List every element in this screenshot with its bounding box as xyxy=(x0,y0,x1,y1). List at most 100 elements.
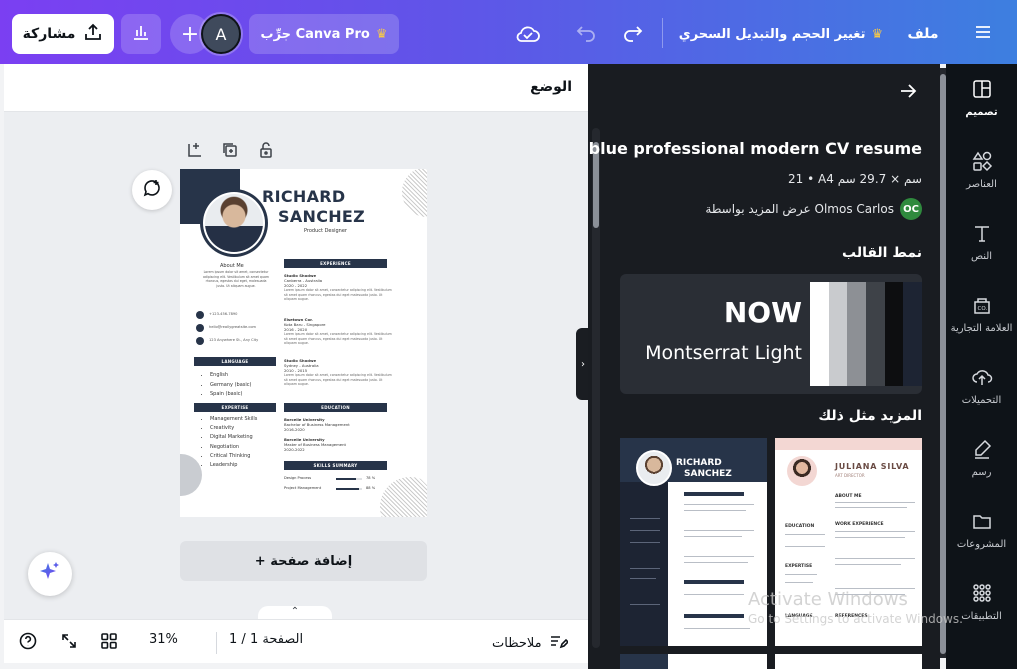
resume-page[interactable]: RICHARD SANCHEZ Product Designer About M… xyxy=(180,169,427,517)
elements-icon xyxy=(971,150,993,175)
language-item: Germany (basic) xyxy=(210,381,251,391)
rail-label: النص xyxy=(970,251,993,262)
bar-chart-icon xyxy=(131,22,151,46)
color-swatch xyxy=(866,282,885,386)
expertise-item: Creativity xyxy=(210,424,257,433)
rail-label: العلامة التجارية xyxy=(950,323,1013,334)
skill-bar-track xyxy=(336,488,362,490)
template-style-heading: نمط القالب xyxy=(842,245,922,261)
notes-icon xyxy=(548,631,569,655)
position-button[interactable]: الوضع xyxy=(530,79,572,95)
thumb-bar xyxy=(684,614,744,618)
undo-button[interactable] xyxy=(570,20,602,48)
job-entry: Studio Shodwe Canberra - Australia 2020 … xyxy=(284,273,394,302)
duplicate-page-icon[interactable] xyxy=(221,141,241,161)
add-page-button[interactable]: + إضافة صفحة xyxy=(180,541,427,581)
template-thumbnail[interactable] xyxy=(775,654,922,669)
add-note-icon[interactable] xyxy=(186,141,206,161)
template-thumbnail[interactable]: RICHARD SANCHEZ xyxy=(620,438,767,646)
side-nav-rail: تصميم العناصر النص CO. العلامة التجارية … xyxy=(946,64,1017,669)
thumb-name: JULIANA SILVA xyxy=(835,462,910,471)
education-years: 2020-2022 xyxy=(284,447,305,452)
page-indicator[interactable]: الصفحة 1 / 1 xyxy=(229,632,303,647)
top-toolbar: مشاركة + A جرِّب Canva Pro ♛ تغيير الحجم… xyxy=(0,0,1017,64)
apps-icon xyxy=(971,582,993,607)
watermark-title: Activate Windows xyxy=(748,589,908,610)
zoom-level[interactable]: 31% xyxy=(149,632,178,647)
template-style-card[interactable]: NOW Montserrat Light xyxy=(620,274,922,394)
rail-item-projects[interactable]: المشروعات xyxy=(946,496,1017,564)
expertise-item: Management Skills xyxy=(210,415,257,424)
job-description: Lorem ipsum dolor sit amet, consectetur … xyxy=(284,288,392,301)
svg-text:CO.: CO. xyxy=(977,306,987,312)
location-icon xyxy=(196,337,204,345)
thumb-sidebar xyxy=(620,482,668,646)
share-icon xyxy=(83,22,103,46)
main-menu-button[interactable] xyxy=(966,20,1000,48)
thumb-education: EDUCATION xyxy=(785,524,815,529)
help-button[interactable] xyxy=(18,631,38,655)
rail-item-design[interactable]: تصميم xyxy=(946,64,1017,132)
expand-icon xyxy=(59,631,79,655)
avatar[interactable]: A xyxy=(201,14,241,54)
rail-label: التطبيقات xyxy=(961,611,1002,622)
uploads-icon xyxy=(971,366,993,391)
grid-view-button[interactable] xyxy=(99,631,119,655)
experience-heading: EXPERIENCE xyxy=(284,259,387,268)
rail-item-elements[interactable]: العناصر xyxy=(946,136,1017,204)
hamburger-menu-icon xyxy=(973,23,993,45)
try-pro-button[interactable]: جرِّب Canva Pro ♛ xyxy=(249,14,399,54)
panel-scrollbar[interactable] xyxy=(592,128,600,648)
try-pro-label: جرِّب Canva Pro xyxy=(260,26,370,42)
cloud-saved-icon[interactable] xyxy=(512,20,544,48)
email-text: hello@reallygreatsite.com xyxy=(209,325,257,329)
education-entry: Borcelle University Bachelor of Business… xyxy=(284,417,394,432)
template-author-link[interactable]: عرض المزيد بواسطة Olmos Carlos OC xyxy=(705,198,922,220)
rail-item-brand[interactable]: CO. العلامة التجارية xyxy=(946,280,1017,348)
insights-button[interactable] xyxy=(121,14,161,54)
template-thumbnail[interactable] xyxy=(620,654,767,669)
sparkle-icon xyxy=(38,560,62,588)
draw-icon xyxy=(971,438,993,463)
watermark-subtitle: Go to Settings to activate Windows. xyxy=(748,612,963,626)
color-swatch xyxy=(847,282,867,386)
skill-bar-fill xyxy=(336,488,359,490)
rail-item-draw[interactable]: رسم xyxy=(946,424,1017,492)
thumb-bar xyxy=(684,492,744,496)
expertise-item: Digital Marketing xyxy=(210,433,257,442)
expertise-heading: EXPERTISE xyxy=(194,403,276,412)
rail-item-uploads[interactable]: التحميلات xyxy=(946,352,1017,420)
color-swatch xyxy=(903,282,922,386)
education-entry: Borcelle University Master of Business M… xyxy=(284,437,394,452)
notes-label: ملاحظات xyxy=(492,635,542,651)
share-button[interactable]: مشاركة xyxy=(12,14,114,54)
projects-icon xyxy=(971,510,993,535)
avatar-initial: A xyxy=(215,24,227,44)
author-text: عرض المزيد بواسطة Olmos Carlos xyxy=(705,202,894,216)
magic-assistant-button[interactable] xyxy=(28,552,72,596)
job-entry: Elsetown Cor. Kota Baru - Singapore 2016… xyxy=(284,317,394,346)
thumb-expertise: EXPERTISE xyxy=(785,564,813,569)
style-headline: NOW xyxy=(723,296,802,329)
about-title: About Me xyxy=(220,263,244,269)
crown-icon: ♛ xyxy=(375,26,388,42)
resize-button[interactable]: تغيير الحجم والتبديل السحري ♛ xyxy=(678,16,884,52)
rail-item-text[interactable]: النص xyxy=(946,208,1017,276)
back-button[interactable] xyxy=(898,82,922,102)
pattern-circle xyxy=(380,477,427,517)
add-comment-button[interactable] xyxy=(132,170,172,210)
expertise-item: Leadership xyxy=(210,461,257,470)
share-button-label: مشاركة xyxy=(22,26,76,42)
redo-button[interactable] xyxy=(617,20,649,48)
fullscreen-button[interactable] xyxy=(59,631,79,655)
file-menu-button[interactable]: ملف xyxy=(900,16,946,52)
redo-icon xyxy=(622,22,644,46)
lock-icon[interactable] xyxy=(257,141,277,161)
address-text: 123 Anywhere St., Any City xyxy=(209,338,259,342)
color-swatch xyxy=(810,282,829,386)
skill-name: Design Process xyxy=(284,476,312,480)
notes-button[interactable]: ملاحظات xyxy=(492,631,569,655)
skill-value: 88 % xyxy=(366,486,376,490)
design-icon xyxy=(971,78,993,103)
rail-label: التحميلات xyxy=(961,395,1002,406)
